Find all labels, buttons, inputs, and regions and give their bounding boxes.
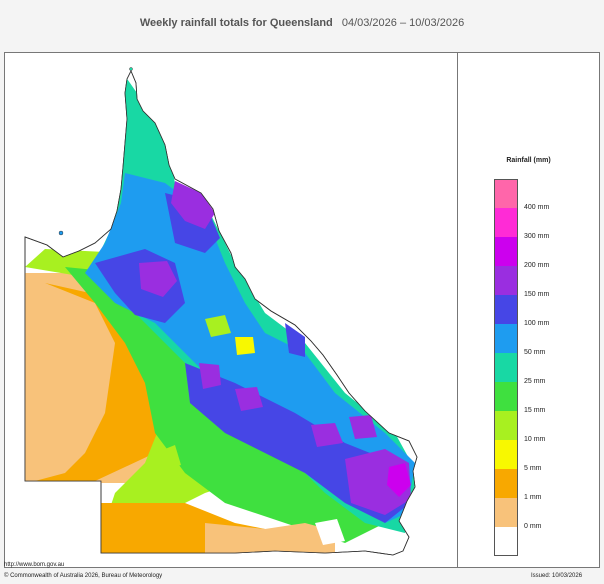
- legend-label: 1 mm: [524, 494, 542, 501]
- legend-panel: Rainfall (mm) 400 mm 300 mm 200 mm 150 mm 10…: [458, 53, 599, 567]
- map-title: Weekly rainfall totals for Queensland 04…: [0, 17, 604, 29]
- legend-swatch: [494, 382, 518, 411]
- legend-label: 15 mm: [524, 407, 546, 414]
- map-date-range: 04/03/2026 – 10/03/2026: [341, 17, 465, 29]
- legend-label: 10 mm: [524, 436, 546, 443]
- legend-swatch: [494, 295, 518, 324]
- legend-swatch: [494, 237, 518, 266]
- map-title-text: Weekly rainfall totals for Queensland: [139, 17, 333, 29]
- source-url[interactable]: http://www.bom.gov.au: [4, 562, 64, 568]
- legend-label: 150 mm: [524, 291, 550, 298]
- island: [129, 67, 133, 71]
- island: [58, 230, 64, 236]
- legend-label: 400 mm: [524, 204, 550, 211]
- map-frame: Rainfall (mm) 400 mm 300 mm 200 mm 150 mm 10…: [4, 52, 600, 568]
- legend-swatch: [494, 440, 518, 469]
- legend-swatch: [494, 324, 518, 353]
- legend-label: 100 mm: [524, 320, 550, 327]
- legend-label: 0 mm: [524, 523, 542, 530]
- zone-10mm-spot: [235, 337, 255, 355]
- legend-swatch: [494, 469, 518, 498]
- legend-swatch: [494, 353, 518, 382]
- legend-swatch: [494, 266, 518, 295]
- legend-label: 5 mm: [524, 465, 542, 472]
- legend-swatch: [494, 179, 518, 208]
- legend-label: 25 mm: [524, 378, 546, 385]
- legend-title: Rainfall (mm): [506, 157, 551, 164]
- legend-swatch: [494, 208, 518, 237]
- legend-label: 300 mm: [524, 233, 550, 240]
- legend-swatch: [494, 411, 518, 440]
- copyright-note: © Commonwealth of Australia 2026, Bureau…: [4, 573, 163, 579]
- issued-date: Issued: 10/03/2026: [531, 573, 583, 579]
- legend-label: 50 mm: [524, 349, 546, 356]
- queensland-rainfall-map: [24, 67, 418, 556]
- map-panel: [5, 53, 458, 567]
- legend-swatch: [494, 527, 518, 556]
- title-bar: Weekly rainfall totals for Queensland 04…: [0, 0, 604, 44]
- legend-swatch: [494, 498, 518, 527]
- legend-label: 200 mm: [524, 262, 550, 269]
